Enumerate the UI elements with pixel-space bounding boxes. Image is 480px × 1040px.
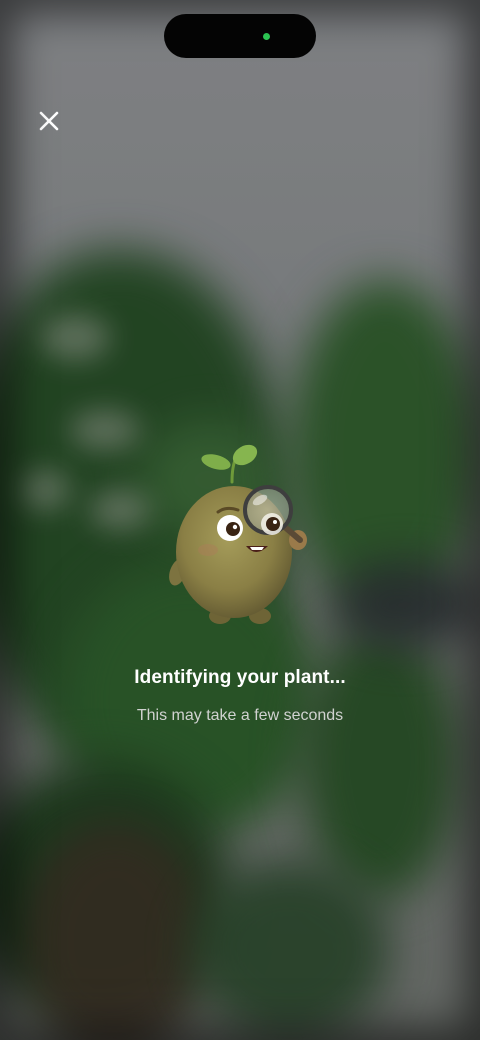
close-button[interactable] <box>32 104 66 138</box>
camera-in-use-indicator <box>263 33 270 40</box>
seed-mascot-illustration <box>169 444 307 624</box>
plant-identification-screen: Identifying your plant... This may take … <box>0 0 480 1040</box>
status-subtitle: This may take a few seconds <box>136 707 344 724</box>
dynamic-island <box>164 14 316 58</box>
close-icon <box>39 111 59 131</box>
status-title: Identifying your plant... <box>134 667 346 688</box>
